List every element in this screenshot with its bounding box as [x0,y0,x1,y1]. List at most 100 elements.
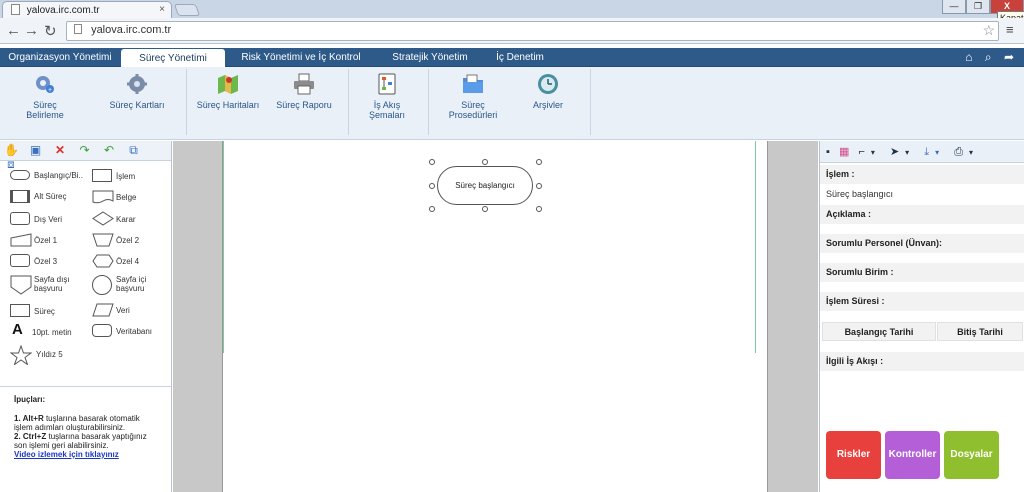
resize-handle[interactable] [482,159,488,165]
resize-handle[interactable] [536,206,542,212]
page-icon [74,24,82,34]
onpage-shape-icon [92,275,112,295]
undo-icon[interactable]: ↶ [102,143,116,157]
resize-handle[interactable] [429,159,435,165]
back-icon[interactable]: ← [6,22,21,39]
custom1-shape-icon [10,233,32,247]
browser-tab[interactable]: yalova.irc.com.tr × [2,1,172,18]
shape-label: Sayfa dışı başvuru [34,275,70,293]
browser-menu-icon[interactable]: ≡ [1006,22,1014,37]
share-icon[interactable]: ➦ [1004,50,1014,64]
tip-2: 2. Ctrl+Z tuşlarına basarak yaptığınız s… [14,432,147,450]
shape-list: Başlangıç/Bi.. Alt Süreç Dış Veri Özel 1… [0,161,171,387]
arrow-style-icon[interactable]: ➤ ▾ [890,145,915,158]
riskler-button[interactable]: Riskler [826,431,881,479]
dosyalar-button[interactable]: Dosyalar [944,431,999,479]
resize-handle[interactable] [429,183,435,189]
maximize-button[interactable]: ❐ [966,0,990,14]
islem-value-field[interactable]: Süreç başlangıcı [820,185,1024,204]
home-icon[interactable]: ⌂ [965,50,972,64]
surec-raporu-label: Süreç Raporu [276,100,332,110]
arsivler-button[interactable]: Arşivler [528,73,568,110]
external-data-shape-icon [10,212,30,225]
select-area-icon[interactable]: ▣ [29,143,43,157]
svg-text:+: + [48,87,52,94]
document-shape-icon [92,190,114,204]
ribbon-toolbar: + Süreç Belirleme Süreç Kartları Süreç H… [0,67,1024,140]
resize-handle[interactable] [536,159,542,165]
nav-tab-surec[interactable]: Süreç Yönetimi [121,49,225,68]
tips-title: İpuçları: [14,395,46,404]
ilgili-is-akisi-label: İlgili İş Akışı : [820,352,1024,371]
custom4-shape-icon [92,254,114,268]
process-start-node[interactable]: Süreç başlangıcı [437,166,533,205]
is-akis-semalari-button[interactable]: İş Akış Şemaları [356,73,418,120]
process-shape-icon [10,304,30,317]
nav-tab-stratejik[interactable]: Stratejik Yönetim [383,48,477,67]
redo-icon[interactable]: ↷ [78,143,92,157]
resize-handle[interactable] [536,183,542,189]
color-palette-icon[interactable]: ▦ [839,145,849,158]
surec-raporu-button[interactable]: Süreç Raporu [276,73,332,110]
process-define-icon: + [36,76,54,94]
custom3-shape-icon [10,254,30,267]
shape-label: Özel 2 [116,236,140,245]
kontroller-button[interactable]: Kontroller [885,431,940,479]
operation-shape-icon [92,169,112,182]
shape-palette-panel: ✋ ▣ ✕ ↷ ↶ ⧉ ⧈ Başlangıç/Bi.. Alt Süreç D… [0,141,172,492]
history-icon [538,74,558,94]
gear-icon [127,74,147,94]
browser-tabstrip: yalova.irc.com.tr × — ❐ X [0,0,1024,18]
surec-prosedurleri-button[interactable]: Süreç Prosedürleri [436,73,510,120]
page-margin-line [223,141,224,353]
minimize-button[interactable]: — [942,0,966,14]
bitis-tarihi-field[interactable]: Bitiş Tarihi [937,322,1023,341]
new-tab-button[interactable] [173,4,201,16]
baslangic-tarihi-field[interactable]: Başlangıç Tarihi [822,322,936,341]
ribbon-separator [428,69,429,135]
flowchart-icon [378,73,396,95]
islem-suresi-label: İşlem Süresi : [820,292,1024,311]
shape-label: Süreç [34,307,55,316]
nav-tab-organizasyon[interactable]: Organizasyon Yönetimi [0,48,120,67]
properties-panel: ▪ ▦ ⌐ ▾ ➤ ▾ ⤓ ▾ ⎙ ▾ İşlem : Süreç başlangıcı… [819,141,1024,492]
data-shape-icon [92,303,114,317]
shape-label: Özel 1 [34,236,58,245]
delete-icon[interactable]: ✕ [53,143,67,157]
surec-belirleme-button[interactable]: + Süreç Belirleme [14,73,76,120]
nav-tab-ic-denetim[interactable]: İç Denetim [485,48,555,67]
print-icon[interactable]: ⎙ ▾ [954,146,979,159]
shape-label: Başlangıç/Bi.. [34,171,83,180]
nav-icon-group: ⌂ ⌕ ➦ [956,50,1014,65]
surec-haritalari-button[interactable]: Süreç Haritaları [196,73,260,110]
sorumlu-birim-label: Sorumlu Birim : [820,263,1024,282]
connector-style-icon[interactable]: ⌐ ▾ [858,146,880,158]
address-bar: ← → ↻ yalova.irc.com.tr ☆ ≡ [0,18,1024,44]
bookmark-star-icon[interactable]: ☆ [982,22,995,39]
shape-label: Yıldız 5 [36,350,63,359]
nav-tab-risk[interactable]: Risk Yönetimi ve İç Kontrol [232,48,370,67]
islem-label: İşlem : [820,165,1024,184]
url-input[interactable]: yalova.irc.com.tr ☆ [66,21,999,41]
save-icon[interactable]: ▪ [826,146,830,158]
surec-belirleme-label: Süreç Belirleme [26,100,64,120]
ribbon-separator [186,69,187,135]
custom2-shape-icon [92,233,114,247]
folder-icon [463,74,483,93]
sorumlu-personel-label: Sorumlu Personel (Ünvan): [820,234,1024,253]
decision-shape-icon [92,211,114,226]
video-link[interactable]: Video izlemek için tıklayınız [14,450,157,459]
pan-hand-icon[interactable]: ✋ [4,143,19,157]
download-icon[interactable]: ⤓ ▾ [924,146,945,159]
search-icon[interactable]: ⌕ [985,50,992,64]
surec-kartlari-button[interactable]: Süreç Kartları [108,73,166,110]
map-icon [218,75,238,94]
reload-icon[interactable]: ↻ [44,22,57,40]
group-icon[interactable]: ⧉ [127,143,141,157]
forward-icon[interactable]: → [24,22,39,39]
offpage-shape-icon [10,275,32,295]
close-tab-icon[interactable]: × [159,4,165,15]
shape-label: Özel 3 [34,257,58,266]
resize-handle[interactable] [482,206,488,212]
resize-handle[interactable] [429,206,435,212]
